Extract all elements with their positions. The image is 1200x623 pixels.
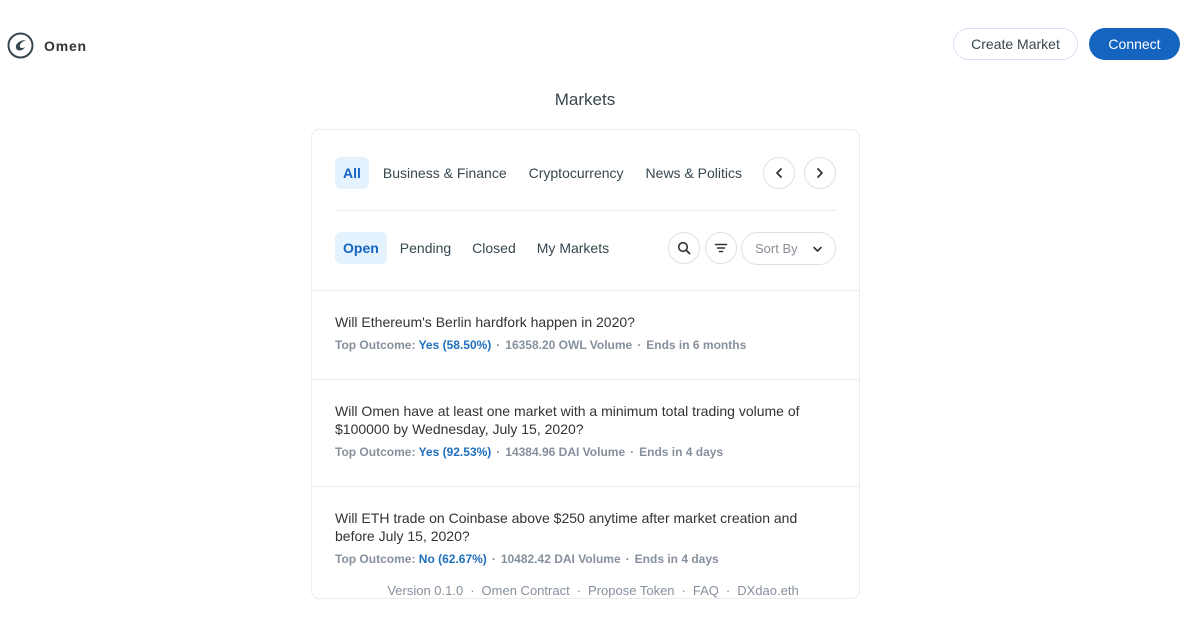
omen-logo-icon (7, 32, 34, 59)
search-icon (677, 241, 691, 255)
footer-separator: · (576, 583, 582, 598)
footer-link-omen-contract[interactable]: Omen Contract (482, 583, 570, 598)
top-outcome-value: No (62.67%) (418, 552, 487, 566)
state-tab-open[interactable]: Open (335, 232, 387, 264)
market-ends: Ends in 4 days (634, 552, 719, 566)
markets-card: All Business & Finance Cryptocurrency Ne… (311, 129, 860, 599)
market-info: Top Outcome: Yes (58.50%) · 16358.20 OWL V… (335, 338, 838, 352)
separator-dot: · (625, 552, 630, 566)
state-tab-pending[interactable]: Pending (392, 232, 459, 264)
categories-prev-button[interactable] (763, 157, 795, 189)
footer-link-propose-token[interactable]: Propose Token (588, 583, 675, 598)
footer-link-faq[interactable]: FAQ (693, 583, 719, 598)
separator-dot: · (630, 445, 635, 459)
state-tab-my-markets[interactable]: My Markets (529, 232, 617, 264)
top-outcome-value: Yes (58.50%) (418, 338, 492, 352)
app-header: Omen Create Market Connect (0, 0, 1200, 88)
filter-icon (714, 243, 728, 253)
sort-label: Sort By (755, 241, 798, 256)
category-tab-news-politics[interactable]: News & Politics (638, 157, 750, 189)
create-market-button[interactable]: Create Market (953, 28, 1078, 60)
version-text: Version 0.1.0 (387, 583, 464, 598)
filter-button[interactable] (705, 232, 737, 264)
divider (335, 210, 837, 211)
market-volume: 14384.96 DAI Volume (505, 445, 626, 459)
top-outcome-value: Yes (92.53%) (418, 445, 492, 459)
footer-separator: · (725, 583, 731, 598)
category-tabs: All Business & Finance Cryptocurrency Ne… (335, 156, 837, 190)
connect-button[interactable]: Connect (1089, 28, 1180, 60)
top-outcome-label: Top Outcome: (335, 338, 416, 352)
separator-dot: · (637, 338, 642, 352)
footer: Version 0.1.0 · Omen Contract · Propose Toke… (0, 583, 1186, 598)
footer-link-dxdao[interactable]: DXdao.eth (737, 583, 798, 598)
market-item[interactable]: Will Omen have at least one market with … (312, 379, 859, 486)
market-item[interactable]: Will Ethereum's Berlin hardfork happen i… (312, 290, 859, 379)
category-tab-business-finance[interactable]: Business & Finance (375, 157, 515, 189)
category-tab-cryptocurrency[interactable]: Cryptocurrency (521, 157, 632, 189)
top-outcome-label: Top Outcome: (335, 552, 416, 566)
separator-dot: · (496, 338, 501, 352)
separator-dot: · (496, 445, 501, 459)
search-button[interactable] (668, 232, 700, 264)
market-ends: Ends in 4 days (639, 445, 724, 459)
logo-text: Omen (44, 37, 87, 54)
categories-next-button[interactable] (804, 157, 836, 189)
logo[interactable]: Omen (7, 32, 87, 59)
state-tab-closed[interactable]: Closed (464, 232, 524, 264)
sort-dropdown[interactable]: Sort By (741, 232, 836, 265)
market-volume: 16358.20 OWL Volume (505, 338, 633, 352)
chevron-down-icon (813, 246, 822, 252)
market-info: Top Outcome: Yes (92.53%) · 14384.96 DAI V… (335, 445, 838, 459)
chevron-left-icon (776, 168, 782, 178)
top-outcome-label: Top Outcome: (335, 445, 416, 459)
footer-separator: · (470, 583, 475, 598)
chevron-right-icon (817, 168, 823, 178)
market-volume: 10482.42 DAI Volume (500, 552, 621, 566)
market-ends: Ends in 6 months (646, 338, 747, 352)
market-title: Will ETH trade on Coinbase above $250 an… (335, 510, 798, 544)
market-title: Will Ethereum's Berlin hardfork happen i… (335, 314, 635, 330)
category-tab-all[interactable]: All (335, 157, 369, 189)
state-tabs: Open Pending Closed My Markets Sort By (335, 231, 837, 265)
separator-dot: · (491, 552, 496, 566)
footer-separator: · (681, 583, 686, 598)
page-title: Markets (554, 90, 616, 109)
market-info: Top Outcome: No (62.67%) · 10482.42 DAI Vo… (335, 552, 838, 566)
market-title: Will Omen have at least one market with … (335, 403, 800, 437)
